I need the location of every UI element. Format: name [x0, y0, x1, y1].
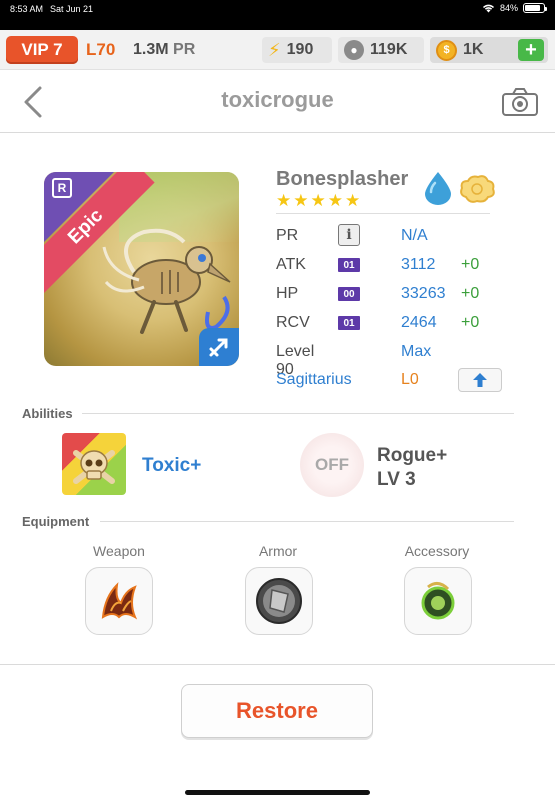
power-unit: PR: [173, 41, 196, 58]
page-title: toxicrogue: [221, 87, 334, 112]
zodiac-link[interactable]: Sagittarius: [276, 371, 352, 389]
toxic-skull-icon: [73, 450, 115, 484]
passive-ability-label: Rogue+ LV 3: [377, 444, 447, 492]
element-icons: [421, 170, 496, 206]
footer-divider: [0, 664, 555, 665]
home-indicator: [185, 790, 370, 795]
stat-value: 3112: [401, 256, 436, 273]
resource-bar: VIP 7 L70 1.3M PR ⚡ 190 ● 119K $ 1K +: [0, 30, 555, 70]
cloud-icon: [460, 175, 495, 203]
stat-bonus: +0: [461, 285, 480, 302]
equipment-divider: [100, 521, 514, 522]
stat-level-badge: 01: [338, 258, 360, 272]
accessory-label: Accessory: [404, 543, 470, 559]
shield-armor-icon: [256, 578, 302, 624]
ring-accessory-icon: [421, 582, 455, 620]
passive-state: OFF: [315, 455, 349, 474]
status-right: 84%: [482, 3, 547, 13]
add-coins-button[interactable]: +: [518, 39, 544, 61]
stat-bonus: +0: [461, 314, 480, 331]
battery-percent: 84%: [499, 3, 518, 13]
restore-button[interactable]: Restore: [181, 684, 373, 738]
accessory-slot[interactable]: [404, 567, 472, 635]
monster-name: Bonesplasher: [276, 168, 409, 190]
stat-label: RCV: [276, 314, 310, 331]
armor-slot[interactable]: [245, 567, 313, 635]
coin-icon: $: [436, 39, 457, 61]
status-date: Sat Jun 21: [50, 4, 94, 14]
rarity-letter-badge: R: [52, 178, 72, 198]
stat-label: PR: [276, 227, 299, 244]
stat-level-badge: 01: [338, 316, 360, 330]
info-icon[interactable]: i: [338, 224, 360, 246]
stat-value: N/A: [401, 227, 428, 244]
paw-counter[interactable]: ● 119K: [338, 37, 424, 63]
monster-portrait[interactable]: R Epic: [44, 172, 239, 366]
abilities-divider: [82, 413, 514, 414]
zodiac-upgrade-button[interactable]: [458, 368, 502, 392]
passive-ability-icon[interactable]: OFF: [300, 433, 364, 497]
stat-level-badge: 00: [338, 287, 360, 301]
battery-icon: [523, 3, 547, 13]
arrow-up-icon: [473, 373, 487, 387]
claw-weapon-icon: [101, 582, 138, 620]
player-level: L70: [86, 40, 116, 59]
weapon-slot[interactable]: [85, 567, 153, 635]
stat-label: HP: [276, 285, 299, 302]
active-ability-icon[interactable]: [62, 433, 126, 495]
zodiac-level: L0: [401, 371, 419, 388]
stat-value: 33263: [401, 285, 446, 302]
lightning-icon: ⚡: [268, 39, 281, 60]
stat-value: 2464: [401, 314, 437, 331]
stat-label: ATK: [276, 256, 306, 273]
level-status: Max: [401, 343, 432, 360]
arrow-class-icon: [209, 338, 228, 357]
coin-value: 1K: [463, 41, 484, 58]
coin-counter[interactable]: $ 1K +: [430, 37, 548, 63]
passive-ability-level: LV 3: [377, 469, 416, 490]
nav-bar: toxicrogue: [0, 71, 555, 133]
passive-ability-name: Rogue+: [377, 445, 448, 466]
armor-label: Armor: [258, 543, 298, 559]
star-icon: ★: [327, 191, 343, 210]
class-badge: [199, 328, 239, 366]
star-icon: ★: [310, 191, 326, 210]
star-rating: ★ ★ ★ ★ ★: [276, 192, 360, 209]
star-icon: ★: [293, 191, 309, 210]
water-drop-icon: [425, 172, 451, 205]
abilities-heading: Abilities: [22, 406, 73, 421]
star-icon: ★: [345, 191, 361, 210]
weapon-label: Weapon: [93, 543, 145, 559]
player-power: 1.3M PR: [133, 41, 195, 59]
energy-value: 190: [286, 41, 314, 58]
active-ability-name[interactable]: Toxic+: [142, 455, 201, 477]
power-value: 1.3M: [133, 41, 169, 58]
energy-counter[interactable]: ⚡ 190: [262, 37, 332, 63]
vip-badge[interactable]: VIP 7: [6, 36, 78, 64]
camera-icon[interactable]: [501, 87, 539, 117]
status-time: 8:53 AM: [10, 4, 44, 14]
battery-fill: [525, 5, 541, 11]
paw-value: 119K: [370, 41, 408, 58]
status-bar: 8:53 AM Sat Jun 21 84%: [0, 0, 555, 30]
equipment-heading: Equipment: [22, 514, 90, 529]
wifi-icon: [482, 4, 495, 13]
name-divider: [276, 213, 490, 214]
stat-bonus: +0: [461, 256, 480, 273]
star-icon: ★: [276, 191, 292, 210]
paw-icon: ●: [344, 40, 364, 60]
